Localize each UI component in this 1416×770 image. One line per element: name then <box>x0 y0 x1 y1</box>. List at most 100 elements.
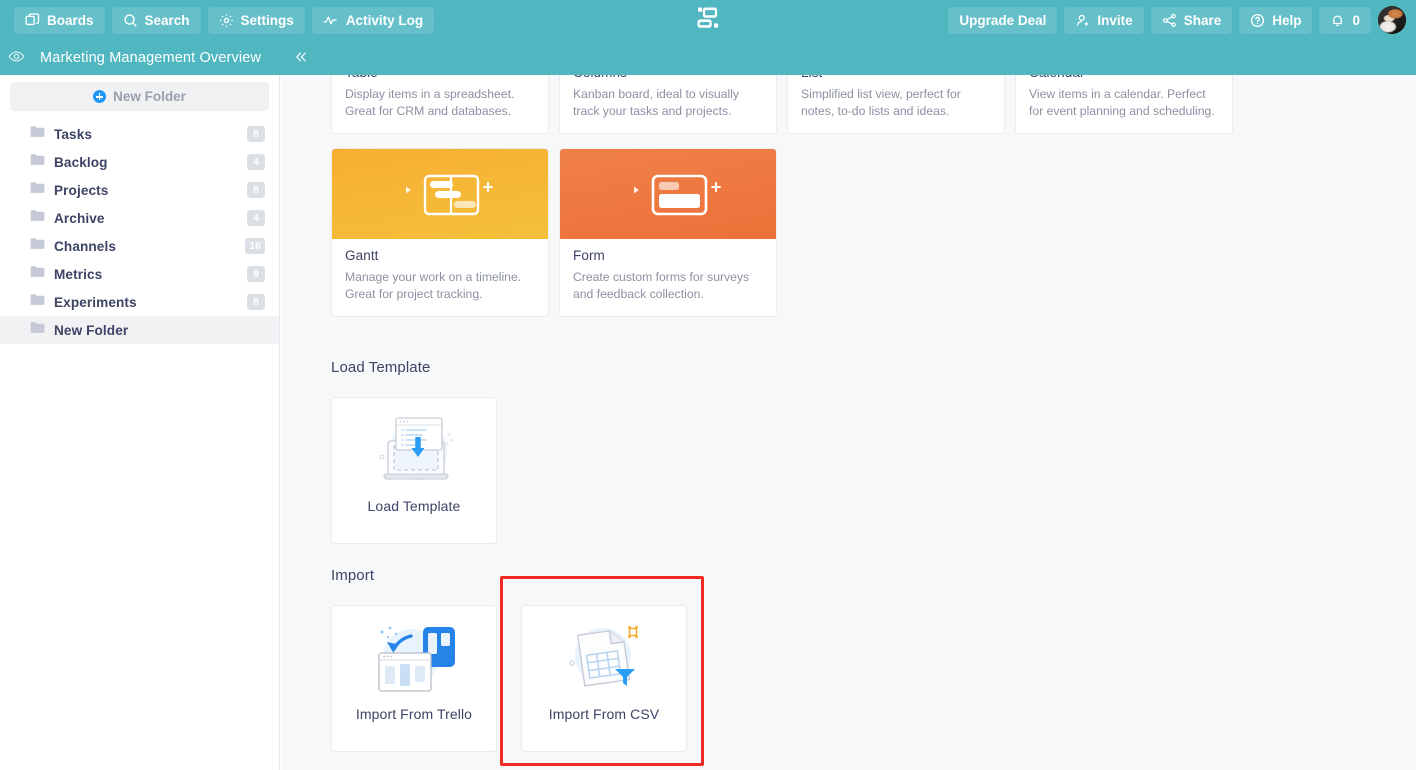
trello-import-icon <box>332 606 496 706</box>
avatar-image <box>1378 6 1406 34</box>
folder-item-count: 4 <box>247 210 265 226</box>
view-type-card-table[interactable]: Table Display items in a spreadsheet. Gre… <box>331 75 549 134</box>
boards-icon <box>25 12 40 28</box>
folder-item-count: 9 <box>247 266 265 282</box>
search-button[interactable]: Search <box>111 6 201 34</box>
share-button[interactable]: Share <box>1150 6 1233 34</box>
load-template-tile[interactable]: Load Template <box>331 397 497 544</box>
csv-import-icon <box>522 606 686 706</box>
sidebar-folder-metrics[interactable]: Metrics 9 <box>0 260 279 288</box>
top-header-bar: Boards Search Settings Activity Log Upgr… <box>0 0 1416 40</box>
view-type-title: List <box>801 75 991 80</box>
sidebar-folder-archive[interactable]: Archive 4 <box>0 204 279 232</box>
notifications-button[interactable]: 0 <box>1319 6 1371 34</box>
search-label: Search <box>144 12 190 28</box>
help-label: Help <box>1272 12 1302 28</box>
bell-icon <box>1330 13 1345 28</box>
view-type-description: Display items in a spreadsheet. Great fo… <box>345 87 515 118</box>
header-right-actions: Upgrade Deal Invite Share Help 0 <box>948 0 1406 40</box>
folder-item-count: 16 <box>245 238 265 254</box>
sidebar-folder-tasks[interactable]: Tasks 8 <box>0 120 279 148</box>
plus-circle-icon <box>93 90 107 103</box>
person-add-icon <box>1075 13 1090 28</box>
board-header-bar: Marketing Management Overview + <box>0 40 1416 115</box>
new-folder-button[interactable]: New Folder <box>10 82 269 111</box>
view-type-card-body: Calendar View items in a calendar. Perfec… <box>1016 75 1232 133</box>
view-type-card-gantt[interactable]: Gantt Manage your work on a timeline. Gre… <box>331 148 549 317</box>
view-type-card-body: Columns Kanban board, ideal to visually t… <box>560 75 776 133</box>
view-type-description: View items in a calendar. Perfect for ev… <box>1029 87 1215 118</box>
app-logo[interactable] <box>695 5 721 36</box>
share-label: Share <box>1183 12 1222 28</box>
view-type-title: Table <box>345 75 535 80</box>
folder-icon <box>30 209 45 227</box>
import-from-csv-tile[interactable]: Import From CSV <box>521 605 687 752</box>
share-icon <box>1162 13 1177 28</box>
import-from-trello-tile[interactable]: Import From Trello <box>331 605 497 752</box>
boards-button[interactable]: Boards <box>14 6 105 34</box>
folder-label: New Folder <box>54 322 129 338</box>
folder-icon <box>30 237 45 255</box>
folder-item-count: 8 <box>247 294 265 310</box>
folder-label: Tasks <box>54 126 93 142</box>
sidebar-folder-channels[interactable]: Channels 16 <box>0 232 279 260</box>
sidebar: New Folder Tasks 8 Backlog 4 Projects 8 Archiv… <box>0 75 280 770</box>
sidebar-folder-new-folder[interactable]: New Folder <box>0 316 279 344</box>
settings-button[interactable]: Settings <box>207 6 305 34</box>
folder-label: Experiments <box>54 294 137 310</box>
view-type-card-columns[interactable]: Columns Kanban board, ideal to visually t… <box>559 75 777 134</box>
sidebar-folder-projects[interactable]: Projects 8 <box>0 176 279 204</box>
folder-icon <box>30 181 45 199</box>
activity-log-button[interactable]: Activity Log <box>311 6 435 34</box>
view-type-description: Manage your work on a timeline. Great fo… <box>345 270 522 301</box>
view-type-title: Columns <box>573 75 763 80</box>
folder-item-count: 4 <box>247 154 265 170</box>
view-type-description: Simplified list view, perfect for notes,… <box>801 87 961 118</box>
load-template-heading: Load Template <box>331 359 431 376</box>
folder-label: Archive <box>54 210 105 226</box>
help-button[interactable]: Help <box>1239 6 1313 34</box>
view-type-card-body: Table Display items in a spreadsheet. Gre… <box>332 75 548 133</box>
load-template-icon <box>332 398 496 498</box>
gear-icon <box>219 13 234 28</box>
import-from-csv-label: Import From CSV <box>548 706 660 722</box>
folder-icon <box>30 321 45 339</box>
view-type-title: Calendar <box>1029 75 1219 80</box>
eye-icon[interactable] <box>8 48 25 70</box>
import-heading: Import <box>331 567 375 584</box>
form-art <box>560 149 776 239</box>
new-folder-label: New Folder <box>113 89 186 104</box>
view-type-card-body: List Simplified list view, perfect for no… <box>788 75 1004 133</box>
notification-count: 0 <box>1352 12 1360 28</box>
page-title[interactable]: Marketing Management Overview <box>40 40 261 75</box>
view-type-description: Create custom forms for surveys and feed… <box>573 270 750 301</box>
view-type-title: Form <box>573 248 605 263</box>
view-type-description: Kanban board, ideal to visually track yo… <box>573 87 739 118</box>
main-content: Table Display items in a spreadsheet. Gre… <box>281 75 1416 770</box>
invite-button[interactable]: Invite <box>1064 6 1144 34</box>
view-type-title: Gantt <box>345 248 379 263</box>
folder-label: Metrics <box>54 266 103 282</box>
boards-label: Boards <box>47 12 94 28</box>
folder-icon <box>30 153 45 171</box>
avatar[interactable] <box>1378 6 1406 34</box>
folder-item-count: 8 <box>247 182 265 198</box>
sidebar-folder-experiments[interactable]: Experiments 8 <box>0 288 279 316</box>
activity-log-label: Activity Log <box>345 12 424 28</box>
folder-icon <box>30 293 45 311</box>
question-circle-icon <box>1250 13 1265 28</box>
header-left-actions: Boards Search Settings Activity Log <box>14 6 435 34</box>
view-type-card-form[interactable]: Form Create custom forms for surveys and … <box>559 148 777 317</box>
collapse-sidebar-button[interactable] <box>292 49 310 67</box>
folder-icon <box>30 125 45 143</box>
gantt-art <box>332 149 548 239</box>
folder-item-count: 8 <box>247 126 265 142</box>
view-type-card-body: Gantt Manage your work on a timeline. Gre… <box>332 239 548 316</box>
view-type-card-list[interactable]: List Simplified list view, perfect for no… <box>787 75 1005 134</box>
upgrade-deal-label: Upgrade Deal <box>959 12 1047 28</box>
import-from-trello-label: Import From Trello <box>355 706 473 722</box>
view-type-card-calendar[interactable]: Calendar View items in a calendar. Perfec… <box>1015 75 1233 134</box>
upgrade-deal-button[interactable]: Upgrade Deal <box>948 6 1058 34</box>
sidebar-folder-backlog[interactable]: Backlog 4 <box>0 148 279 176</box>
folder-icon <box>30 265 45 283</box>
